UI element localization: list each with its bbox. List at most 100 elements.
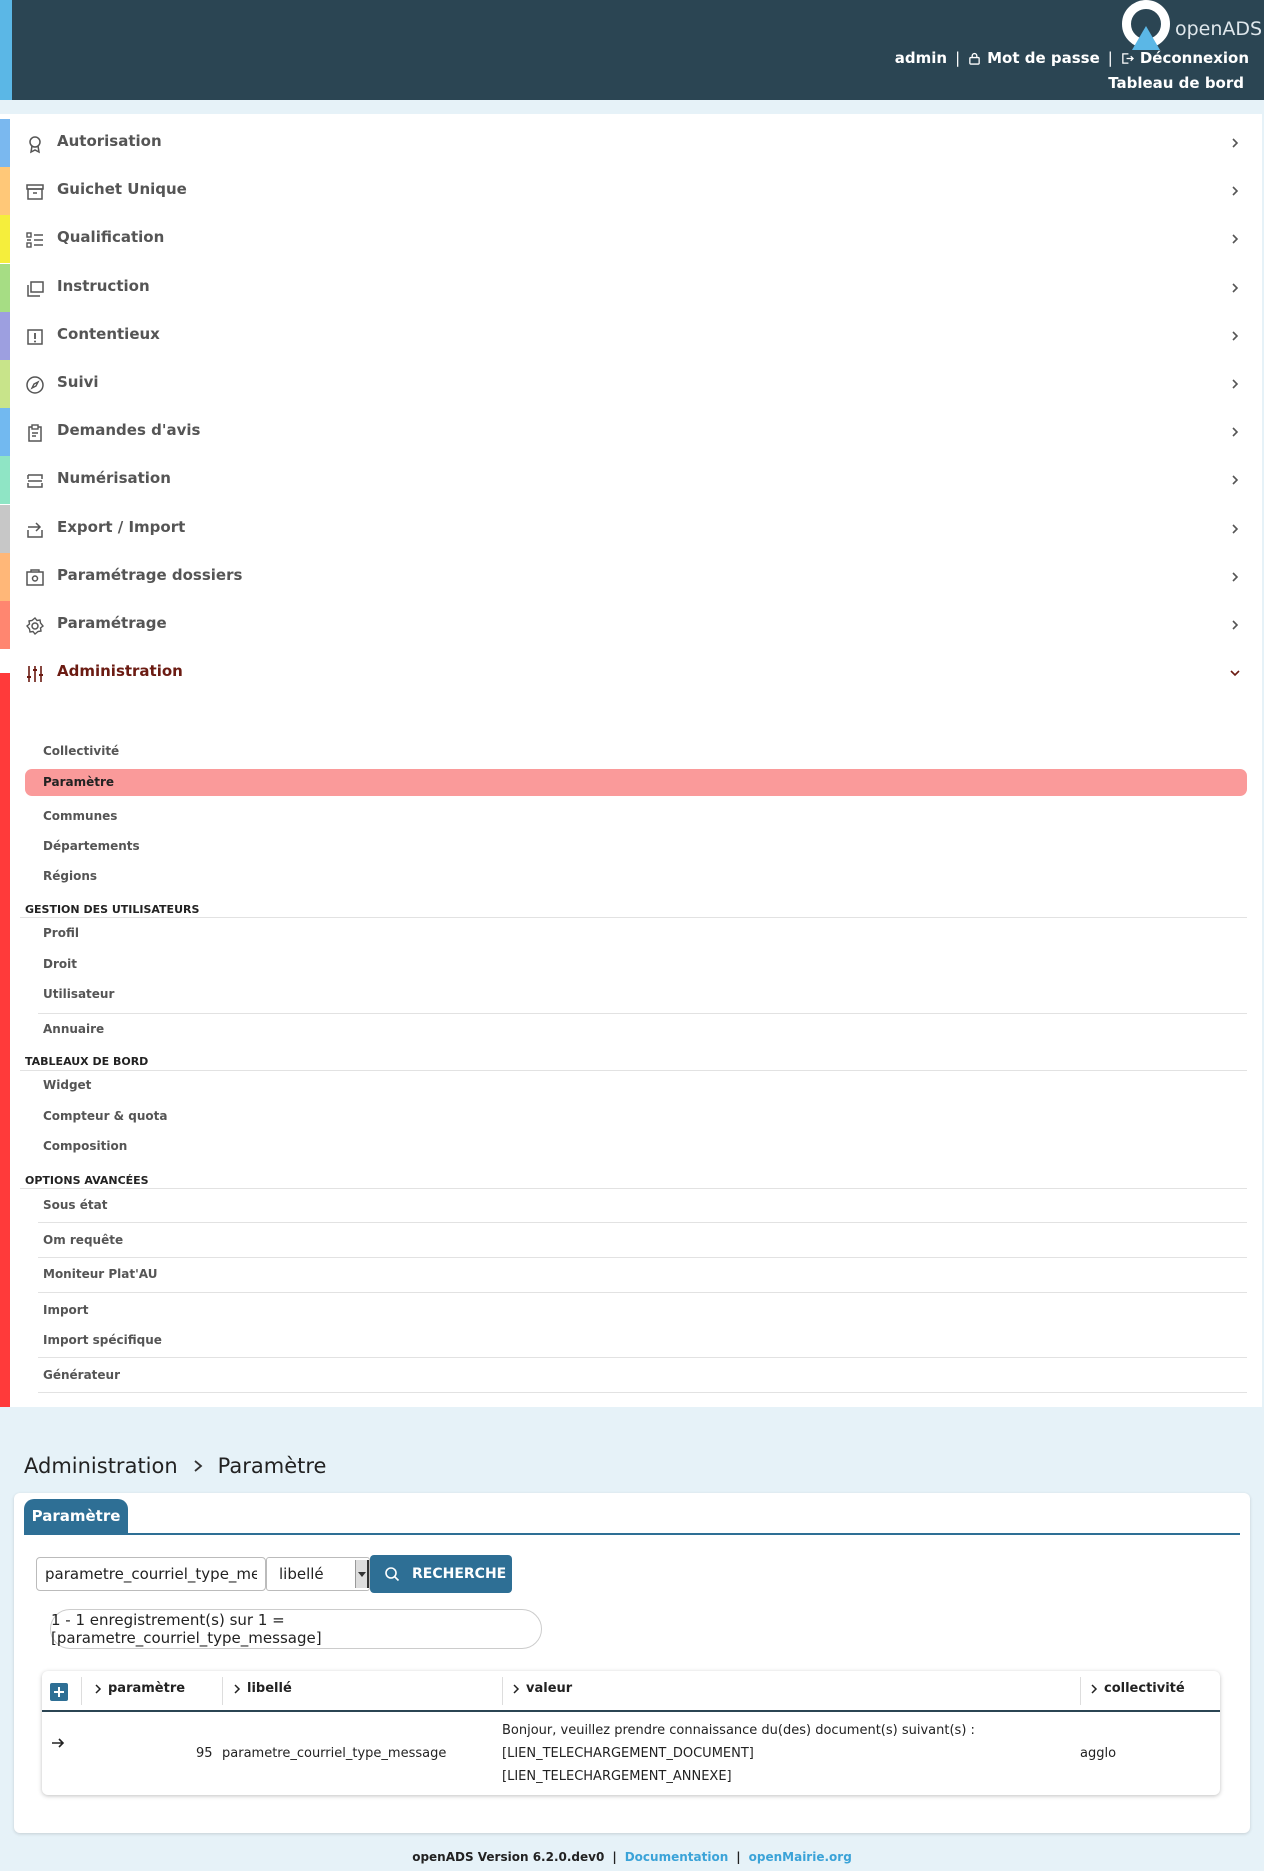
column-label: valeur: [526, 1681, 573, 1696]
cell-valeur-line: [LIEN_TELECHARGEMENT_DOCUMENT]: [502, 1746, 754, 1761]
menu-item-autorisation[interactable]: Autorisation: [0, 119, 1262, 167]
breadcrumb-parent[interactable]: Administration: [24, 1454, 178, 1478]
chevron-right-icon: [1232, 331, 1239, 341]
menu-item-num-risation[interactable]: Numérisation: [0, 456, 1262, 504]
cell-libelle: parametre_courriel_type_message: [222, 1746, 447, 1761]
award-icon: [29, 136, 41, 154]
submenu-composition[interactable]: Composition: [43, 1139, 127, 1153]
column-label: paramètre: [108, 1681, 186, 1696]
menu-item-export-import[interactable]: Export / Import: [0, 505, 1262, 553]
menu-color-bar: [0, 215, 10, 263]
add-record-button[interactable]: [50, 1683, 68, 1701]
menu-color-bar: [0, 408, 10, 456]
dropdown-arrow-icon[interactable]: [355, 1560, 369, 1588]
cell-parametre: 95: [196, 1746, 213, 1761]
menu-item-suivi[interactable]: Suivi: [0, 360, 1262, 408]
arrow-right-icon[interactable]: [50, 1735, 66, 1751]
menu-item-administration[interactable]: Administration: [0, 649, 1262, 697]
menu-item-label: Qualification: [57, 228, 165, 246]
menu-color-bar: [0, 601, 10, 649]
submenu-profil[interactable]: Profil: [43, 926, 79, 940]
menu-item-label: Administration: [57, 662, 183, 680]
divider: [38, 1013, 1247, 1014]
dashboard-link[interactable]: Tableau de bord: [1108, 74, 1244, 92]
search-button[interactable]: RECHERCHE: [370, 1555, 512, 1593]
search-button-label: RECHERCHE: [412, 1566, 507, 1582]
sort-chevron-icon: [95, 1683, 102, 1694]
password-label: Mot de passe: [987, 49, 1100, 67]
chevron-right-icon: [1232, 524, 1239, 534]
menu-item-qualification[interactable]: Qualification: [0, 215, 1262, 263]
submenu-annuaire[interactable]: Annuaire: [43, 1022, 104, 1036]
chevron-right-icon: [1232, 620, 1239, 630]
column-divider: [222, 1677, 223, 1705]
submenu-import-specifique[interactable]: Import spécifique: [43, 1333, 162, 1347]
submenu-widget[interactable]: Widget: [43, 1078, 91, 1092]
chevron-down-icon: [1230, 670, 1240, 677]
alert-box-icon: [27, 329, 43, 345]
submenu-regions[interactable]: Régions: [43, 869, 97, 883]
submenu-parametre[interactable]: Paramètre: [43, 775, 114, 789]
content-card: Paramètre libellé RECHERCHE 1 - 1 enregi…: [14, 1493, 1250, 1833]
menu-item-contentieux[interactable]: Contentieux: [0, 312, 1262, 360]
menu-item-label: Instruction: [57, 277, 150, 295]
chevron-right-icon: [1232, 234, 1239, 244]
cell-valeur-line: [LIEN_TELECHARGEMENT_ANNEXE]: [502, 1769, 732, 1784]
footer-openmairie-link[interactable]: openMairie.org: [749, 1850, 852, 1864]
logout-link[interactable]: Déconnexion: [1121, 49, 1249, 67]
menu-item-param-trage[interactable]: Paramétrage: [0, 601, 1262, 649]
pagination-info: 1 - 1 enregistrement(s) sur 1 = [paramet…: [50, 1609, 542, 1649]
menu-color-bar: [0, 360, 10, 408]
column-header-valeur[interactable]: valeur: [512, 1681, 572, 1696]
menu-color-bar: [0, 119, 10, 167]
menu-item-demandes-d-avis[interactable]: Demandes d'avis: [0, 408, 1262, 456]
column-header-libelle[interactable]: libellé: [233, 1681, 292, 1696]
search-input[interactable]: [36, 1557, 266, 1591]
section-dashboards: TABLEAUX DE BORD: [25, 1055, 149, 1068]
column-header-parametre[interactable]: paramètre: [94, 1681, 185, 1696]
openads-logo[interactable]: openADS: [1120, 0, 1264, 50]
search-icon: [385, 1567, 400, 1582]
submenu-sous-etat[interactable]: Sous état: [43, 1198, 107, 1212]
plus-icon: [54, 1687, 64, 1697]
logout-label: Déconnexion: [1139, 49, 1249, 67]
submenu-om-requete[interactable]: Om requête: [43, 1233, 123, 1247]
menu-item-instruction[interactable]: Instruction: [0, 264, 1262, 312]
submenu-collectivite[interactable]: Collectivité: [43, 744, 119, 758]
scanner-icon: [27, 474, 43, 488]
menu-color-bar: [0, 505, 10, 553]
column-header-collectivite[interactable]: collectivité: [1090, 1681, 1185, 1696]
submenu-compteur[interactable]: Compteur & quota: [43, 1109, 168, 1123]
tab-parametre[interactable]: Paramètre: [24, 1499, 128, 1533]
archive-icon: [26, 184, 44, 200]
column-divider: [81, 1677, 82, 1705]
lock-icon: [969, 52, 980, 65]
submenu-import[interactable]: Import: [43, 1303, 88, 1317]
search-field-select[interactable]: libellé: [266, 1557, 370, 1591]
breadcrumb-current: Paramètre: [217, 1454, 327, 1478]
sliders-icon: [27, 666, 43, 682]
footer: openADS Version 6.2.0.dev0 | Documentati…: [0, 1850, 1264, 1864]
sort-chevron-icon: [1091, 1683, 1098, 1694]
submenu-moniteur[interactable]: Moniteur Plat'AU: [43, 1267, 157, 1281]
menu-item-guichet-unique[interactable]: Guichet Unique: [0, 167, 1262, 215]
submenu-communes[interactable]: Communes: [43, 809, 117, 823]
submenu-generateur[interactable]: Générateur: [43, 1368, 120, 1382]
menu-item-param-trage-dossiers[interactable]: Paramétrage dossiers: [0, 553, 1262, 601]
submenu-droit[interactable]: Droit: [43, 957, 77, 971]
footer-documentation-link[interactable]: Documentation: [625, 1850, 729, 1864]
gear-icon: [26, 617, 44, 635]
menu-item-label: Guichet Unique: [57, 180, 187, 198]
checklist-icon: [26, 232, 43, 248]
password-link[interactable]: Mot de passe: [968, 49, 1100, 67]
user-name[interactable]: admin: [895, 49, 947, 67]
menu-color-bar: [0, 312, 10, 360]
submenu-parametre-active[interactable]: [25, 769, 1247, 796]
divider: [20, 1070, 1247, 1071]
submenu-utilisateur[interactable]: Utilisateur: [43, 987, 114, 1001]
chevron-right-icon: [1232, 572, 1239, 582]
chevron-right-icon: [1232, 475, 1239, 485]
menu-item-label: Demandes d'avis: [57, 421, 201, 439]
submenu-departements[interactable]: Départements: [43, 839, 140, 853]
menu-color-bar: [0, 167, 10, 215]
